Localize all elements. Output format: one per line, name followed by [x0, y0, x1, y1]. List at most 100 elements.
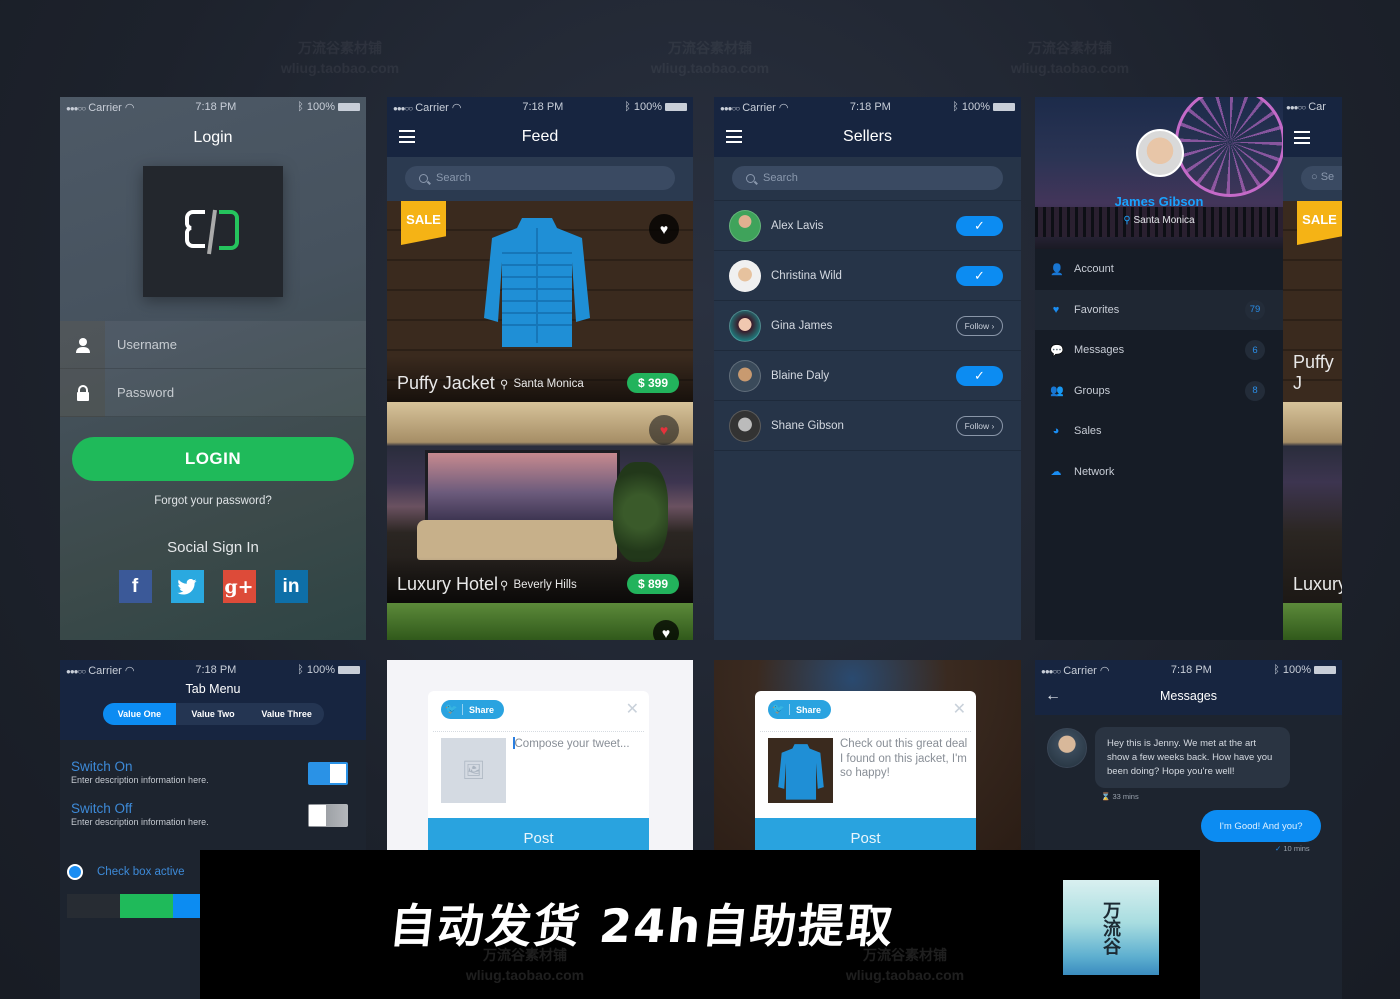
hamburger-menu-icon[interactable] [726, 130, 742, 143]
bluetooth-icon: ᛒ [952, 101, 959, 113]
feed-item[interactable]: SALE ♥ Puffy Jacket ⚲ Santa Monica $ 399 [387, 201, 693, 402]
avatar [729, 309, 761, 342]
menu-item-account[interactable]: 👤 Account [1035, 249, 1283, 290]
tweet-text[interactable]: Check out this great deal I found on thi… [840, 737, 972, 781]
back-arrow-icon[interactable]: ← [1045, 687, 1061, 705]
search-input[interactable]: ○ Se [1301, 166, 1342, 190]
menu-item-favorites[interactable]: ♥ Favorites 79 [1035, 289, 1283, 330]
profile-avatar[interactable] [1136, 129, 1184, 177]
side-drawer-screen: ●●●○○ Car ○ Se SALE Puffy J Luxury James… [1035, 97, 1342, 640]
twitter-button[interactable] [170, 570, 204, 603]
google-plus-button[interactable]: g+ [222, 570, 256, 603]
post-button[interactable]: Post [428, 818, 649, 850]
heart-icon: ♥ [659, 422, 669, 438]
favorite-button[interactable]: ♥ [653, 620, 679, 640]
group-icon: 👥 [1050, 385, 1064, 398]
checkmark-icon: ✓ [974, 217, 985, 233]
swatch-green [120, 894, 173, 918]
lock-icon [60, 368, 105, 417]
feed-item[interactable]: ♥ Luxury Hotel ⚲ Beverly Hills $ 899 [387, 402, 693, 603]
page-title: Feed [521, 128, 559, 145]
profile-name: James Gibson [1114, 194, 1204, 209]
follow-button[interactable]: Follow › [956, 415, 1003, 436]
following-button[interactable]: ✓ [956, 365, 1003, 386]
page-title: Login [193, 129, 233, 146]
favorite-button[interactable]: ♥ [649, 415, 679, 445]
logo-icon [185, 209, 239, 254]
checkmark-icon: ✓ [974, 267, 985, 283]
wifi-icon: ◠ [124, 101, 135, 114]
linkedin-button[interactable]: in [274, 570, 308, 603]
facebook-button[interactable]: f [118, 570, 152, 603]
hamburger-menu-icon[interactable] [399, 130, 415, 143]
linkedin-icon: in [282, 575, 300, 597]
menu-item-messages[interactable]: 💬 Messages 6 [1035, 330, 1283, 371]
count-badge: 79 [1245, 299, 1265, 320]
list-item: Alex Lavis ✓ [714, 201, 1021, 251]
battery-icon [338, 103, 360, 112]
hourglass-icon: ⌛ [1101, 792, 1111, 801]
app-logo [143, 166, 283, 297]
following-button[interactable]: ✓ [956, 265, 1003, 286]
twitter-icon [177, 578, 197, 595]
following-button[interactable]: ✓ [956, 215, 1003, 236]
location-pin-icon: ⚲ [500, 379, 509, 391]
jacket-thumbnail [768, 738, 833, 803]
page-title: Messages [1160, 689, 1217, 703]
twitter-share-badge: 🐦 Share [441, 700, 504, 719]
wifi-icon: ◠ [778, 101, 789, 114]
sellers-screen: ●●●○○ Carrier ◠ 7:18 PM ᛒ 100% Sellers S… [714, 97, 1021, 640]
avatar [729, 209, 761, 242]
post-button[interactable]: Post [755, 818, 976, 850]
twitter-icon: 🐦 [768, 704, 790, 715]
tab-value-one[interactable]: Value One [102, 703, 177, 725]
switch-on-row: Switch On Enter description information … [60, 740, 366, 785]
item-location: ⚲ Beverly Hills [500, 579, 577, 592]
switch-off-toggle[interactable] [308, 804, 348, 827]
checkmark-icon: ✓ [1275, 844, 1282, 853]
switch-off-row: Switch Off Enter description information… [60, 782, 366, 827]
profile-location: ⚲ Santa Monica [1123, 215, 1195, 226]
tweet-input[interactable]: Compose your tweet... [513, 737, 645, 752]
count-badge: 6 [1245, 340, 1265, 361]
search-input[interactable]: Search [732, 166, 1003, 190]
feed-item[interactable]: ♥ [387, 603, 693, 640]
hamburger-menu-icon[interactable] [1294, 131, 1310, 144]
wifi-icon: ◠ [124, 664, 135, 677]
search-icon [419, 173, 428, 183]
shop-logo: 万流谷 [1063, 880, 1159, 975]
password-field[interactable]: Password [60, 368, 366, 417]
bluetooth-icon: ᛒ [624, 101, 631, 113]
watermark: 万流谷素材铺 wliug.taobao.com [650, 40, 770, 76]
login-button[interactable]: LOGIN [72, 437, 354, 481]
close-icon[interactable]: ✕ [953, 699, 966, 719]
twitter-icon: 🐦 [441, 704, 463, 715]
pie-chart-icon: ◕ [1052, 425, 1060, 438]
tab-value-two[interactable]: Value Two [176, 703, 250, 725]
list-item: Christina Wild ✓ [714, 251, 1021, 301]
avatar [1047, 728, 1087, 768]
search-input[interactable]: Search [405, 166, 675, 190]
item-location: ⚲ Santa Monica [500, 378, 584, 391]
forgot-password-link[interactable]: Forgot your password? [60, 495, 366, 507]
avatar [729, 259, 761, 292]
username-field[interactable]: Username [60, 320, 366, 369]
count-badge: 8 [1245, 380, 1265, 401]
checkmark-icon: ✓ [974, 367, 985, 383]
radio-checked-icon [67, 864, 83, 880]
heart-icon: ♥ [659, 221, 669, 237]
menu-item-groups[interactable]: 👥 Groups 8 [1035, 371, 1283, 412]
tweet-dialog: 🐦 Share ✕ 🖼 Compose your tweet... Post [428, 691, 649, 850]
bluetooth-icon: ᛒ [297, 664, 304, 676]
battery-icon [665, 103, 687, 112]
close-icon[interactable]: ✕ [626, 699, 639, 719]
menu-item-network[interactable]: ☁ Network [1035, 452, 1283, 493]
tab-value-three[interactable]: Value Three [250, 703, 324, 725]
heart-icon: ♥ [1052, 303, 1060, 316]
status-bar: ●●●○○ Carrier ◠ 7:18 PM ᛒ 100% [714, 97, 1021, 117]
menu-item-sales[interactable]: ◕ Sales [1035, 411, 1283, 452]
follow-button[interactable]: Follow › [956, 315, 1003, 336]
favorite-button[interactable]: ♥ [649, 214, 679, 244]
image-placeholder-icon[interactable]: 🖼 [441, 738, 506, 803]
incoming-message: Hey this is Jenny. We met at the art sho… [1095, 727, 1290, 788]
